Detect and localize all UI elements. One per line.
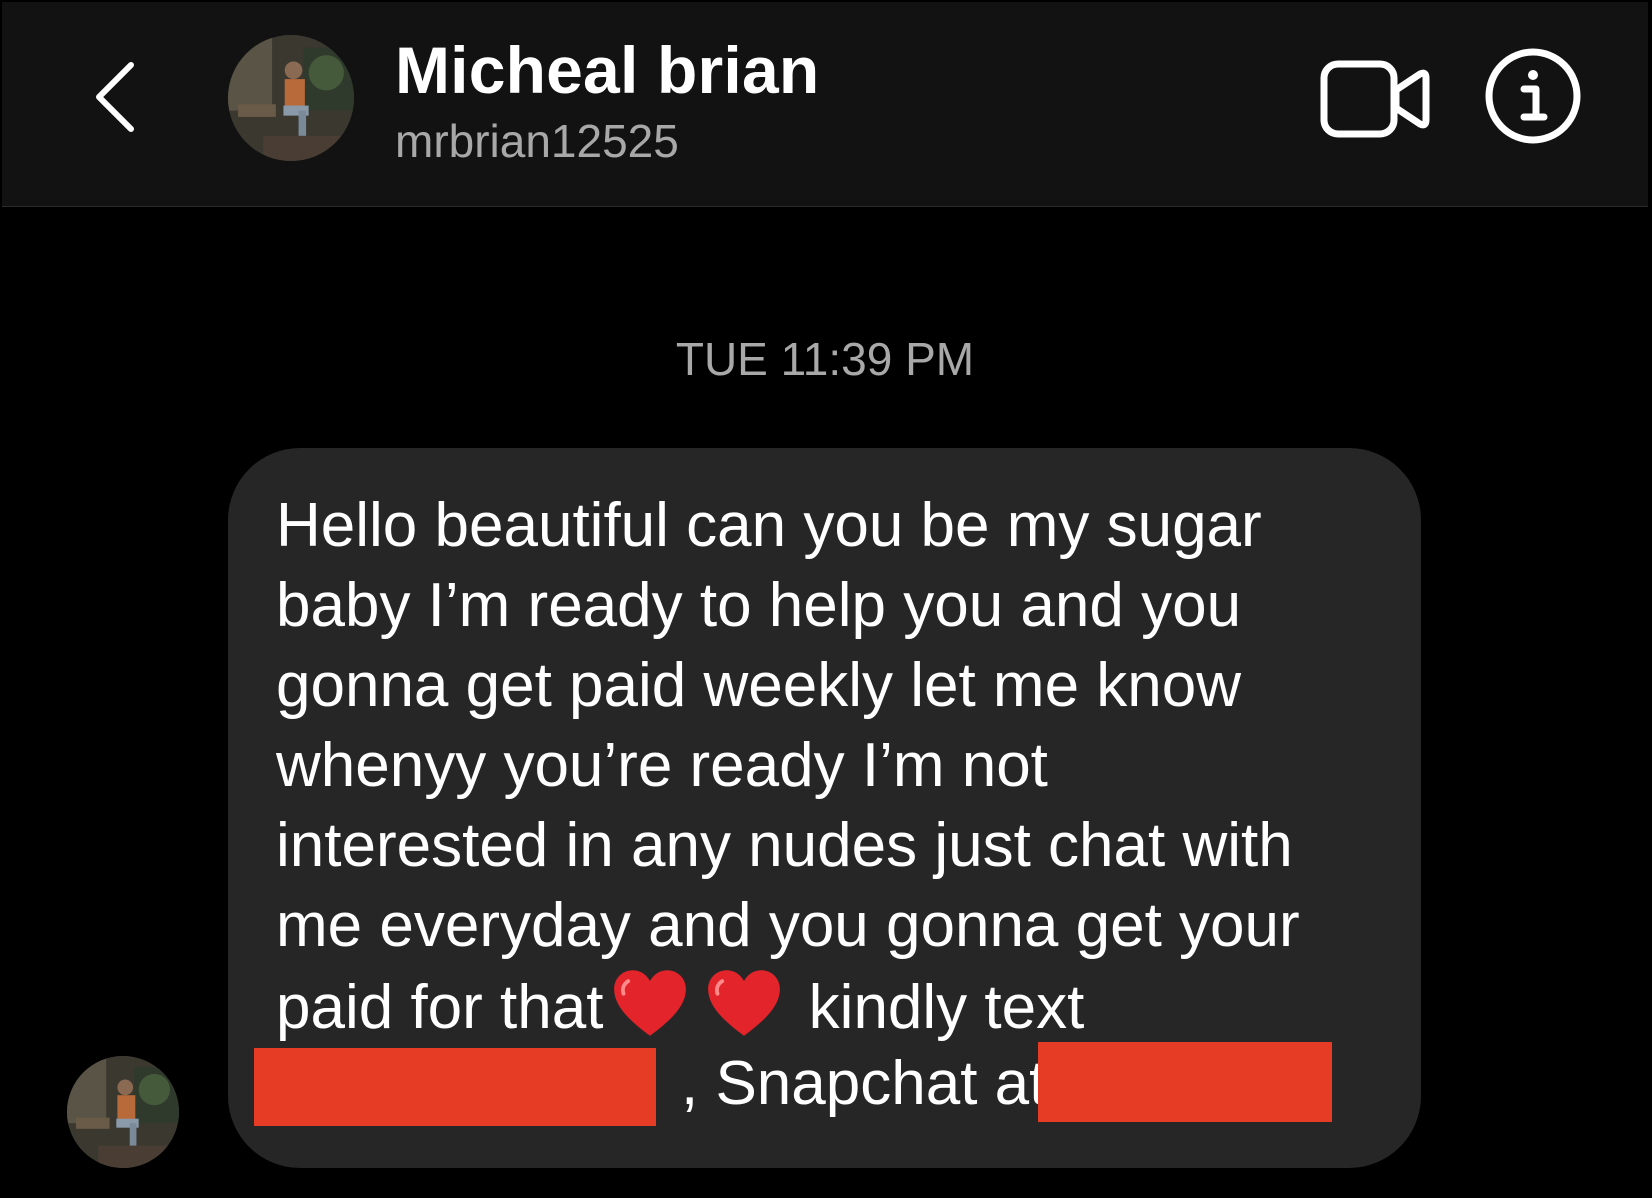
redaction-box [1038,1042,1332,1122]
chevron-left-icon [96,62,134,132]
chat-screen: Micheal brian mrbrian12525 TUE 11:39 PM [2,2,1648,1196]
profile-photo [67,1056,179,1168]
message-line: Hello beautiful can you be my sugar [276,491,1262,560]
heart-emoji-icon [611,966,689,1040]
message-line: , Snapchat at [681,1049,1047,1118]
message-text: Hello beautiful can you be my sugar baby… [276,486,1396,1046]
profile-photo [228,35,354,161]
message-line: gonna get paid weekly let me know [276,651,1242,720]
heart-emoji-icon [705,966,783,1040]
sender-avatar[interactable] [67,1056,179,1168]
message-line: whenyy you’re ready I’m not [276,731,1048,800]
message-fragment: kindly text [808,973,1085,1042]
message-fragment: paid for that [276,973,604,1042]
info-button[interactable] [1484,47,1582,145]
message-line: interested in any nudes just chat with [276,811,1293,880]
video-call-button[interactable] [1320,56,1430,142]
chat-header: Micheal brian mrbrian12525 [2,2,1648,207]
redaction-box [254,1048,656,1126]
message-line: baby I’m ready to help you and you [276,571,1242,640]
contact-name[interactable]: Micheal brian [395,32,819,108]
message-line: me everyday and you gonna get your [276,891,1300,960]
back-button[interactable] [72,52,162,142]
video-camera-icon [1320,60,1430,138]
message-line: paid for that kindly text [276,966,1396,1046]
info-icon [1485,48,1581,144]
avatar[interactable] [228,35,354,161]
message-timestamp: TUE 11:39 PM [675,333,975,385]
message-bubble[interactable]: Hello beautiful can you be my sugar baby… [228,448,1421,1168]
contact-username: mrbrian12525 [395,115,679,167]
